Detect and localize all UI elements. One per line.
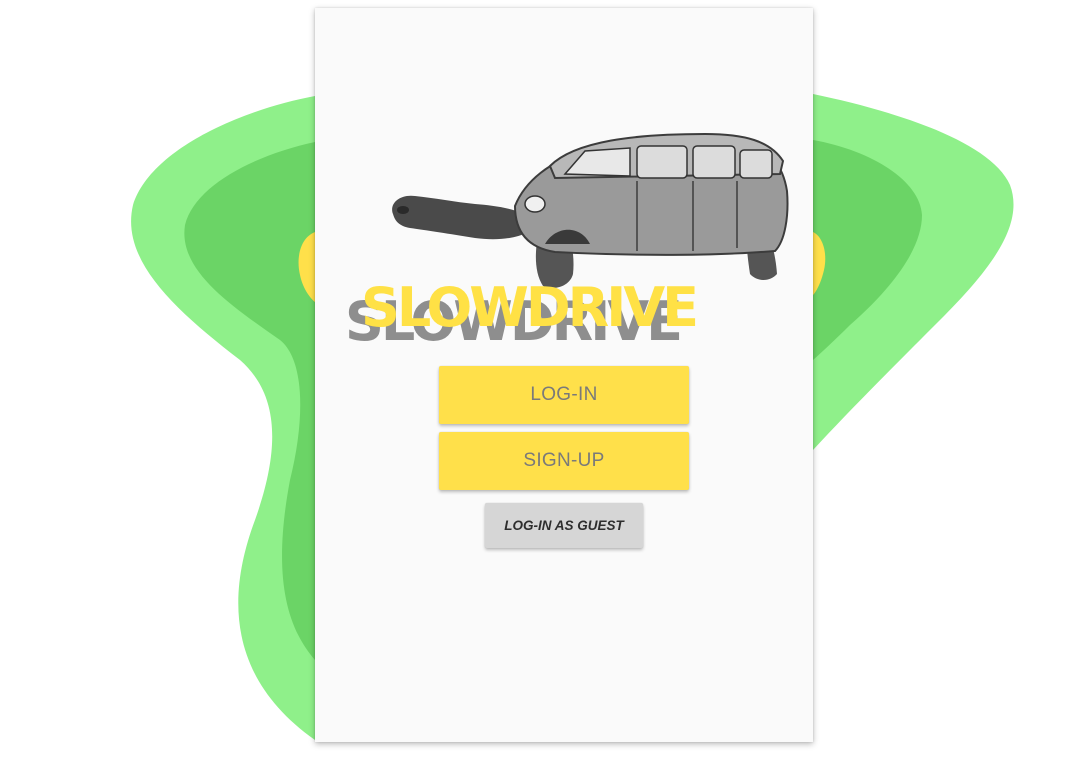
signup-button[interactable]: SIGN-UP xyxy=(439,432,689,490)
app-logo: SLOWDRIVE SLOWDRIVE xyxy=(315,276,813,352)
turtle-eye xyxy=(397,206,409,214)
logo-text: SLOWDRIVE xyxy=(361,276,699,339)
car-window-rear xyxy=(692,145,736,179)
stage: SLOWDRIVE SLOWDRIVE LOG-IN SIGN-UP LOG-I… xyxy=(0,0,1080,764)
turtle-head xyxy=(392,195,535,240)
car-window-back xyxy=(739,149,773,179)
login-button[interactable]: LOG-IN xyxy=(439,366,689,424)
phone-screen: SLOWDRIVE SLOWDRIVE LOG-IN SIGN-UP LOG-I… xyxy=(315,8,813,742)
car-headlight xyxy=(524,195,546,213)
guest-login-button[interactable]: LOG-IN AS GUEST xyxy=(485,503,643,548)
car-window-mid xyxy=(636,145,688,179)
